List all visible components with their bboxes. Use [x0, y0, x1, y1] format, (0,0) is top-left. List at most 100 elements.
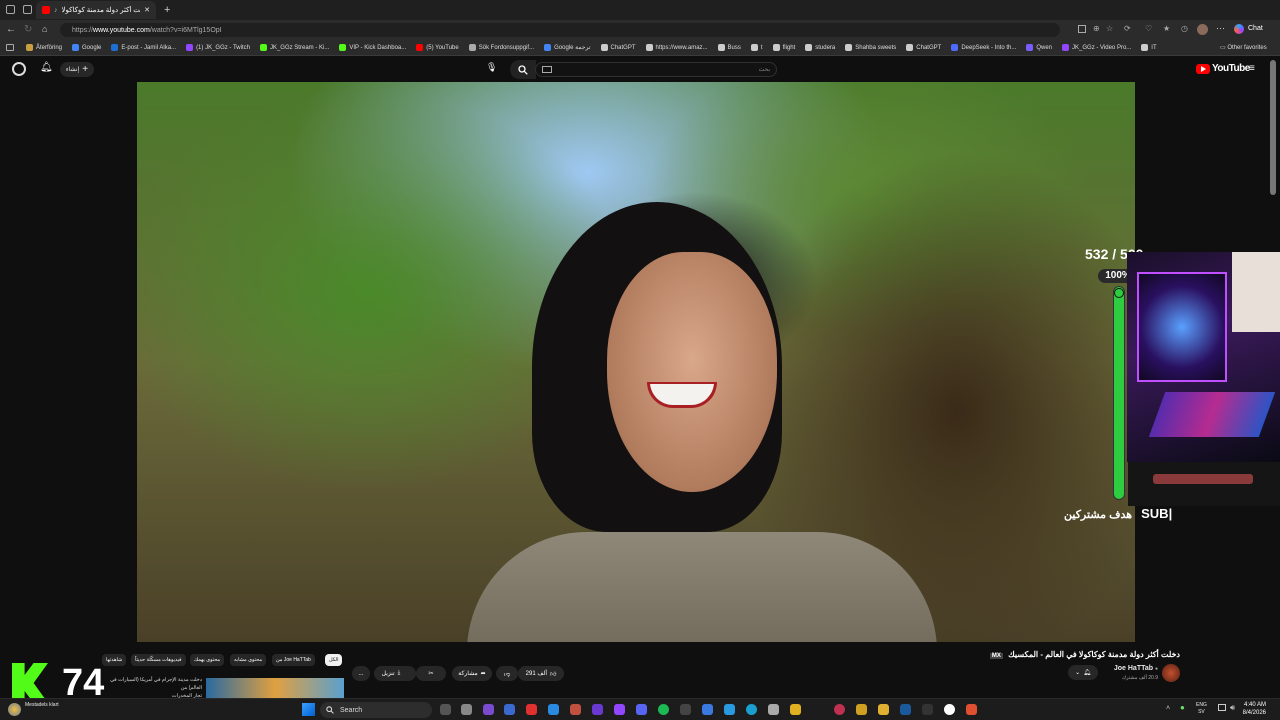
- extensions-icon[interactable]: ⟳: [1124, 24, 1131, 33]
- other-favorites[interactable]: ▭ Other favorites: [1220, 44, 1267, 51]
- discord-icon[interactable]: [636, 704, 647, 715]
- home-icon[interactable]: ⌂: [42, 24, 47, 34]
- url-field[interactable]: https://www.youtube.com/watch?v=i6MTlg15…: [60, 23, 1060, 37]
- chip-for-you[interactable]: محتوى يهمك: [190, 654, 225, 666]
- spotify-icon[interactable]: [658, 704, 669, 715]
- channel-name[interactable]: Joe HaTTab ●: [1114, 665, 1158, 672]
- favorite-item[interactable]: ChatGPT: [600, 44, 636, 51]
- task-view-icon[interactable]: [440, 704, 451, 715]
- copilot-icon[interactable]: [1234, 24, 1244, 34]
- app-icon-9[interactable]: [724, 704, 735, 715]
- favorite-item[interactable]: JK_GGz - Video Pro...: [1062, 44, 1131, 51]
- chip-related[interactable]: محتوى مشابه: [230, 654, 267, 666]
- clip-button[interactable]: ✂: [416, 666, 446, 681]
- subscribed-button[interactable]: ⌄ 🔔︎: [1068, 665, 1098, 680]
- favorites-icon[interactable]: ★: [1163, 24, 1170, 33]
- chip-all[interactable]: الكل: [325, 654, 343, 666]
- weather-icon[interactable]: [8, 703, 21, 716]
- app-available-icon[interactable]: [1078, 25, 1086, 33]
- favorite-item[interactable]: (1) JK_GGz - Twitch: [186, 44, 250, 51]
- favorite-item[interactable]: Buss: [717, 44, 741, 51]
- edge-icon[interactable]: [746, 704, 757, 715]
- search-input[interactable]: بحث: [535, 62, 777, 77]
- file-explorer-icon[interactable]: [878, 704, 889, 715]
- favorite-item[interactable]: Google ترجمة: [544, 44, 591, 51]
- browser-tab-active[interactable]: ♪ دخلت أكثر دولة مدمنة كوكاكولا ✕: [36, 1, 156, 19]
- search-button[interactable]: [510, 60, 536, 79]
- display-icon[interactable]: [1218, 704, 1226, 711]
- history-icon[interactable]: ◷: [1181, 24, 1188, 33]
- favorite-item[interactable]: Återföring: [26, 44, 62, 51]
- new-tab-button[interactable]: +: [164, 4, 170, 16]
- settings-more-icon[interactable]: ⋯: [1216, 23, 1225, 34]
- volume-icon[interactable]: 🔊︎: [1230, 703, 1235, 713]
- notifications-bell-icon[interactable]: 🔔︎: [40, 62, 53, 73]
- favorite-item[interactable]: flight: [772, 44, 795, 51]
- steam-like-icon[interactable]: [680, 704, 691, 715]
- app-icon-8[interactable]: [702, 704, 713, 715]
- app-icon-3[interactable]: [504, 704, 515, 715]
- twitch-icon[interactable]: [614, 704, 625, 715]
- favorite-item[interactable]: Qwen: [1026, 44, 1052, 51]
- favorite-item[interactable]: Google: [72, 44, 101, 51]
- hamburger-menu-icon[interactable]: ≡: [1249, 63, 1255, 74]
- favorite-item[interactable]: VIP - Kick Dashboa...: [339, 44, 406, 51]
- favorite-item[interactable]: Shahba sweets: [845, 44, 896, 51]
- chat-label[interactable]: Chat: [1248, 25, 1263, 32]
- favorite-star-icon[interactable]: ☆: [1106, 24, 1113, 33]
- app-icon-4[interactable]: [526, 704, 537, 715]
- close-tab-icon[interactable]: ✕: [144, 6, 150, 14]
- favorite-item[interactable]: ChatGPT: [906, 44, 941, 51]
- chip-recently-uploaded[interactable]: فيديوهات مسكّلة حديثاً: [131, 654, 186, 666]
- recommended-video-text[interactable]: دخلت مدينة الإجرام في أمريكا (السيارات ف…: [110, 676, 202, 700]
- youtube-logo[interactable]: YouTube: [1196, 63, 1250, 74]
- favorite-item[interactable]: Sök Fordonsuppgif...: [468, 44, 534, 51]
- weather-widget[interactable]: Mestadels klart: [25, 702, 59, 709]
- tab-actions-icon[interactable]: [23, 5, 32, 14]
- app-icon-11[interactable]: [790, 704, 801, 715]
- recommended-thumbnail[interactable]: [206, 678, 344, 698]
- workspaces-icon[interactable]: [6, 5, 15, 14]
- favorite-item[interactable]: DeepSeek - Into th...: [951, 44, 1016, 51]
- microphone-icon[interactable]: 🎙︎: [486, 62, 497, 73]
- back-icon[interactable]: ←: [6, 24, 16, 35]
- app-icon-1[interactable]: [461, 704, 472, 715]
- more-actions-button[interactable]: ...: [352, 666, 370, 681]
- app-icon-2[interactable]: [483, 704, 494, 715]
- video-player[interactable]: [137, 82, 1135, 642]
- account-avatar-icon[interactable]: [12, 62, 26, 76]
- favorite-item[interactable]: IT: [1141, 44, 1157, 51]
- favorite-item[interactable]: (5) YouTube: [416, 44, 459, 51]
- epic-games-icon[interactable]: [922, 704, 933, 715]
- keyboard-icon[interactable]: [542, 66, 552, 73]
- create-button[interactable]: إنشاء +: [60, 62, 94, 77]
- favorite-item[interactable]: E-post - Jamil Alka...: [111, 44, 176, 51]
- share-button[interactable]: مشاركة ➦: [452, 666, 492, 681]
- like-button[interactable]: 291 ألف 👍︎: [518, 666, 564, 681]
- channel-avatar[interactable]: [1162, 664, 1180, 682]
- profile-avatar[interactable]: [1197, 24, 1208, 35]
- favorite-item[interactable]: t: [750, 44, 763, 51]
- app-icon-13[interactable]: [856, 704, 867, 715]
- app-icon-12[interactable]: [834, 704, 845, 715]
- favorite-item[interactable]: JK_GGz Stream - Ki...: [259, 44, 329, 51]
- collections-icon[interactable]: [6, 44, 14, 51]
- steam-icon[interactable]: [900, 704, 911, 715]
- chip-from-channel[interactable]: من Joe HaTTab: [272, 654, 315, 666]
- browser-essentials-icon[interactable]: ♡: [1145, 24, 1152, 33]
- zoom-icon[interactable]: ⊕: [1093, 24, 1100, 33]
- tray-chevron-icon[interactable]: ˄: [1166, 705, 1170, 712]
- download-button[interactable]: تنزيل ⤓: [374, 666, 408, 681]
- refresh-icon[interactable]: ↻: [24, 24, 32, 35]
- dislike-button[interactable]: 👎︎: [496, 666, 518, 681]
- obs-icon[interactable]: [944, 704, 955, 715]
- app-icon-6[interactable]: [570, 704, 581, 715]
- favorite-item[interactable]: studera: [805, 44, 835, 51]
- speaker-icon[interactable]: ♪: [54, 7, 58, 14]
- favorite-item[interactable]: https://www.amaz...: [645, 44, 708, 51]
- system-clock[interactable]: 4:40 AM 8/4/2026: [1243, 701, 1266, 717]
- input-language[interactable]: ENG SV: [1196, 702, 1207, 716]
- app-icon-5[interactable]: [548, 704, 559, 715]
- app-icon-7[interactable]: [592, 704, 603, 715]
- brave-icon[interactable]: [966, 704, 977, 715]
